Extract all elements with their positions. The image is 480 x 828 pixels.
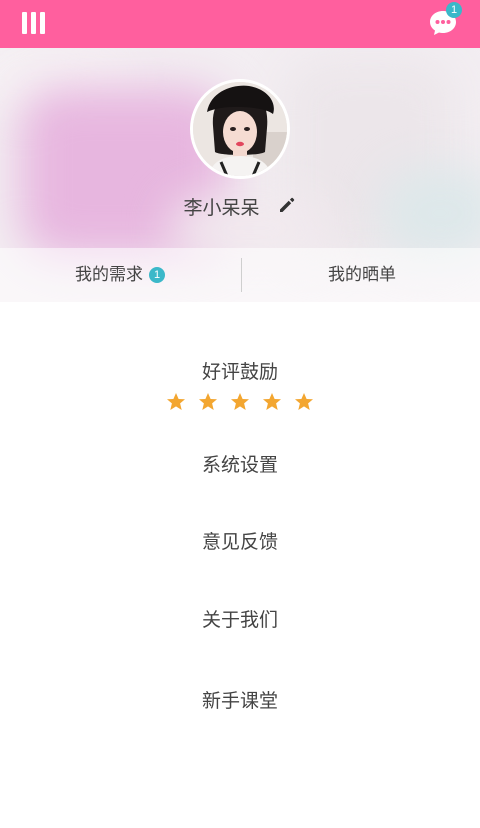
menu-item-label: 新手课堂 xyxy=(201,690,278,712)
menu-item-label: 系统设置 xyxy=(201,454,278,476)
star-icon xyxy=(198,393,217,410)
star-icon xyxy=(166,393,185,410)
star-icon xyxy=(295,393,314,410)
rating-stars[interactable] xyxy=(0,392,480,416)
star-icon xyxy=(263,393,282,410)
tab-label: 我的晒单 xyxy=(328,265,396,285)
tab-my-posts[interactable]: 我的晒单 xyxy=(242,248,480,302)
message-badge: 1 xyxy=(446,2,462,18)
tab-badge: 1 xyxy=(149,267,165,283)
rate-app-label: 好评鼓励 xyxy=(201,361,278,383)
rate-app-item[interactable]: 好评鼓励 xyxy=(0,357,480,384)
menu-item-about[interactable]: 关于我们 xyxy=(0,605,480,632)
star-icon xyxy=(231,393,249,410)
message-button[interactable]: 1 xyxy=(428,2,462,40)
profile-tabs: 我的需求 1 我的晒单 xyxy=(0,248,480,302)
menu-item-tutorial[interactable]: 新手课堂 xyxy=(0,686,480,713)
profile-header: 李小呆呆 我的需求 1 我的晒单 xyxy=(0,48,480,302)
menu-item-settings[interactable]: 系统设置 xyxy=(0,450,480,477)
username: 李小呆呆 xyxy=(183,197,260,219)
pencil-icon[interactable] xyxy=(277,195,297,219)
menu-item-feedback[interactable]: 意见反馈 xyxy=(0,527,480,554)
top-bar: 1 xyxy=(0,0,480,48)
avatar[interactable] xyxy=(190,79,290,179)
username-row: 李小呆呆 xyxy=(0,193,480,223)
tab-my-requests[interactable]: 我的需求 1 xyxy=(0,248,240,302)
menu-item-label: 关于我们 xyxy=(201,609,278,631)
tab-label: 我的需求 xyxy=(75,265,143,285)
menu-icon[interactable] xyxy=(22,12,46,36)
menu-item-label: 意见反馈 xyxy=(201,531,278,553)
avatar-photo xyxy=(193,82,287,176)
